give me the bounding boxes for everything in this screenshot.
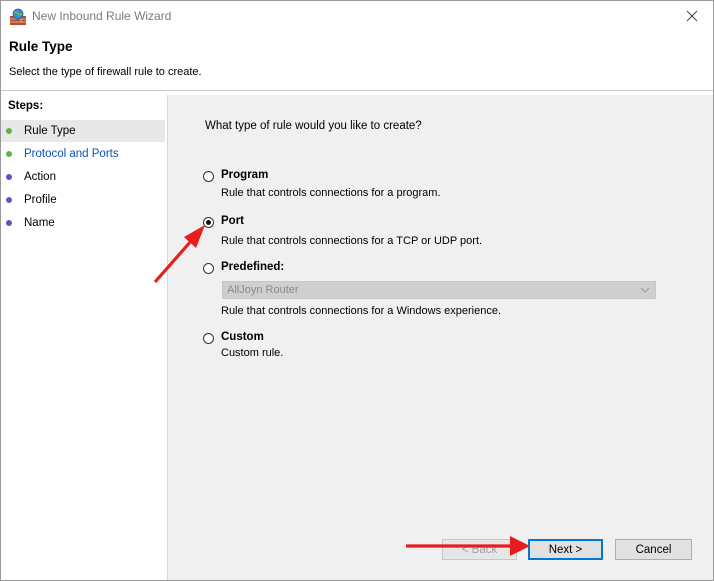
- step-status-dot: [6, 197, 12, 203]
- port-radio[interactable]: [203, 217, 214, 228]
- wizard-window: New Inbound Rule Wizard Rule Type Select…: [0, 0, 714, 581]
- steps-panel: Steps: Rule Type Protocol and Ports Acti…: [1, 95, 168, 580]
- step-action: Action: [1, 166, 165, 188]
- firewall-globe-icon: [9, 8, 27, 26]
- program-radio[interactable]: [203, 171, 214, 182]
- title-bar: New Inbound Rule Wizard: [1, 1, 713, 32]
- predefined-radio[interactable]: [203, 263, 214, 274]
- step-name: Name: [1, 212, 165, 234]
- close-icon: [686, 10, 698, 22]
- page-description: Select the type of firewall rule to crea…: [9, 66, 202, 78]
- option-title: Predefined:: [221, 261, 285, 273]
- option-description: Custom rule.: [221, 347, 284, 359]
- option-title: Custom: [221, 331, 264, 343]
- page-title: Rule Type: [9, 39, 73, 54]
- step-rule-type[interactable]: Rule Type: [1, 120, 165, 142]
- chevron-down-icon: [640, 287, 650, 293]
- step-status-dot: [6, 174, 12, 180]
- cancel-button[interactable]: Cancel: [615, 539, 692, 560]
- option-description: Rule that controls connections for a pro…: [221, 187, 441, 199]
- step-label: Protocol and Ports: [24, 148, 119, 160]
- option-description: Rule that controls connections for a TCP…: [221, 235, 483, 247]
- header-divider: [1, 90, 713, 91]
- rule-type-question: What type of rule would you like to crea…: [205, 120, 422, 132]
- predefined-select-value: AllJoyn Router: [227, 284, 299, 296]
- step-status-dot: [6, 151, 12, 157]
- steps-heading: Steps:: [8, 100, 44, 112]
- step-status-dot: [6, 220, 12, 226]
- step-profile: Profile: [1, 189, 165, 211]
- predefined-rule-select[interactable]: AllJoyn Router: [222, 281, 656, 299]
- step-label: Profile: [24, 194, 57, 206]
- main-content: What type of rule would you like to crea…: [168, 95, 713, 580]
- step-label: Action: [24, 171, 56, 183]
- back-button[interactable]: < Back: [442, 539, 517, 560]
- step-protocol-and-ports[interactable]: Protocol and Ports: [1, 143, 165, 165]
- option-description: Rule that controls connections for a Win…: [221, 305, 502, 317]
- option-title: Port: [221, 215, 244, 227]
- custom-radio[interactable]: [203, 333, 214, 344]
- close-button[interactable]: [675, 3, 709, 29]
- step-label: Name: [24, 217, 55, 229]
- wizard-header: Rule Type Select the type of firewall ru…: [1, 32, 713, 90]
- step-label: Rule Type: [24, 125, 76, 137]
- window-title: New Inbound Rule Wizard: [32, 9, 172, 23]
- step-status-dot: [6, 128, 12, 134]
- next-button[interactable]: Next >: [528, 539, 603, 560]
- option-title: Program: [221, 169, 269, 181]
